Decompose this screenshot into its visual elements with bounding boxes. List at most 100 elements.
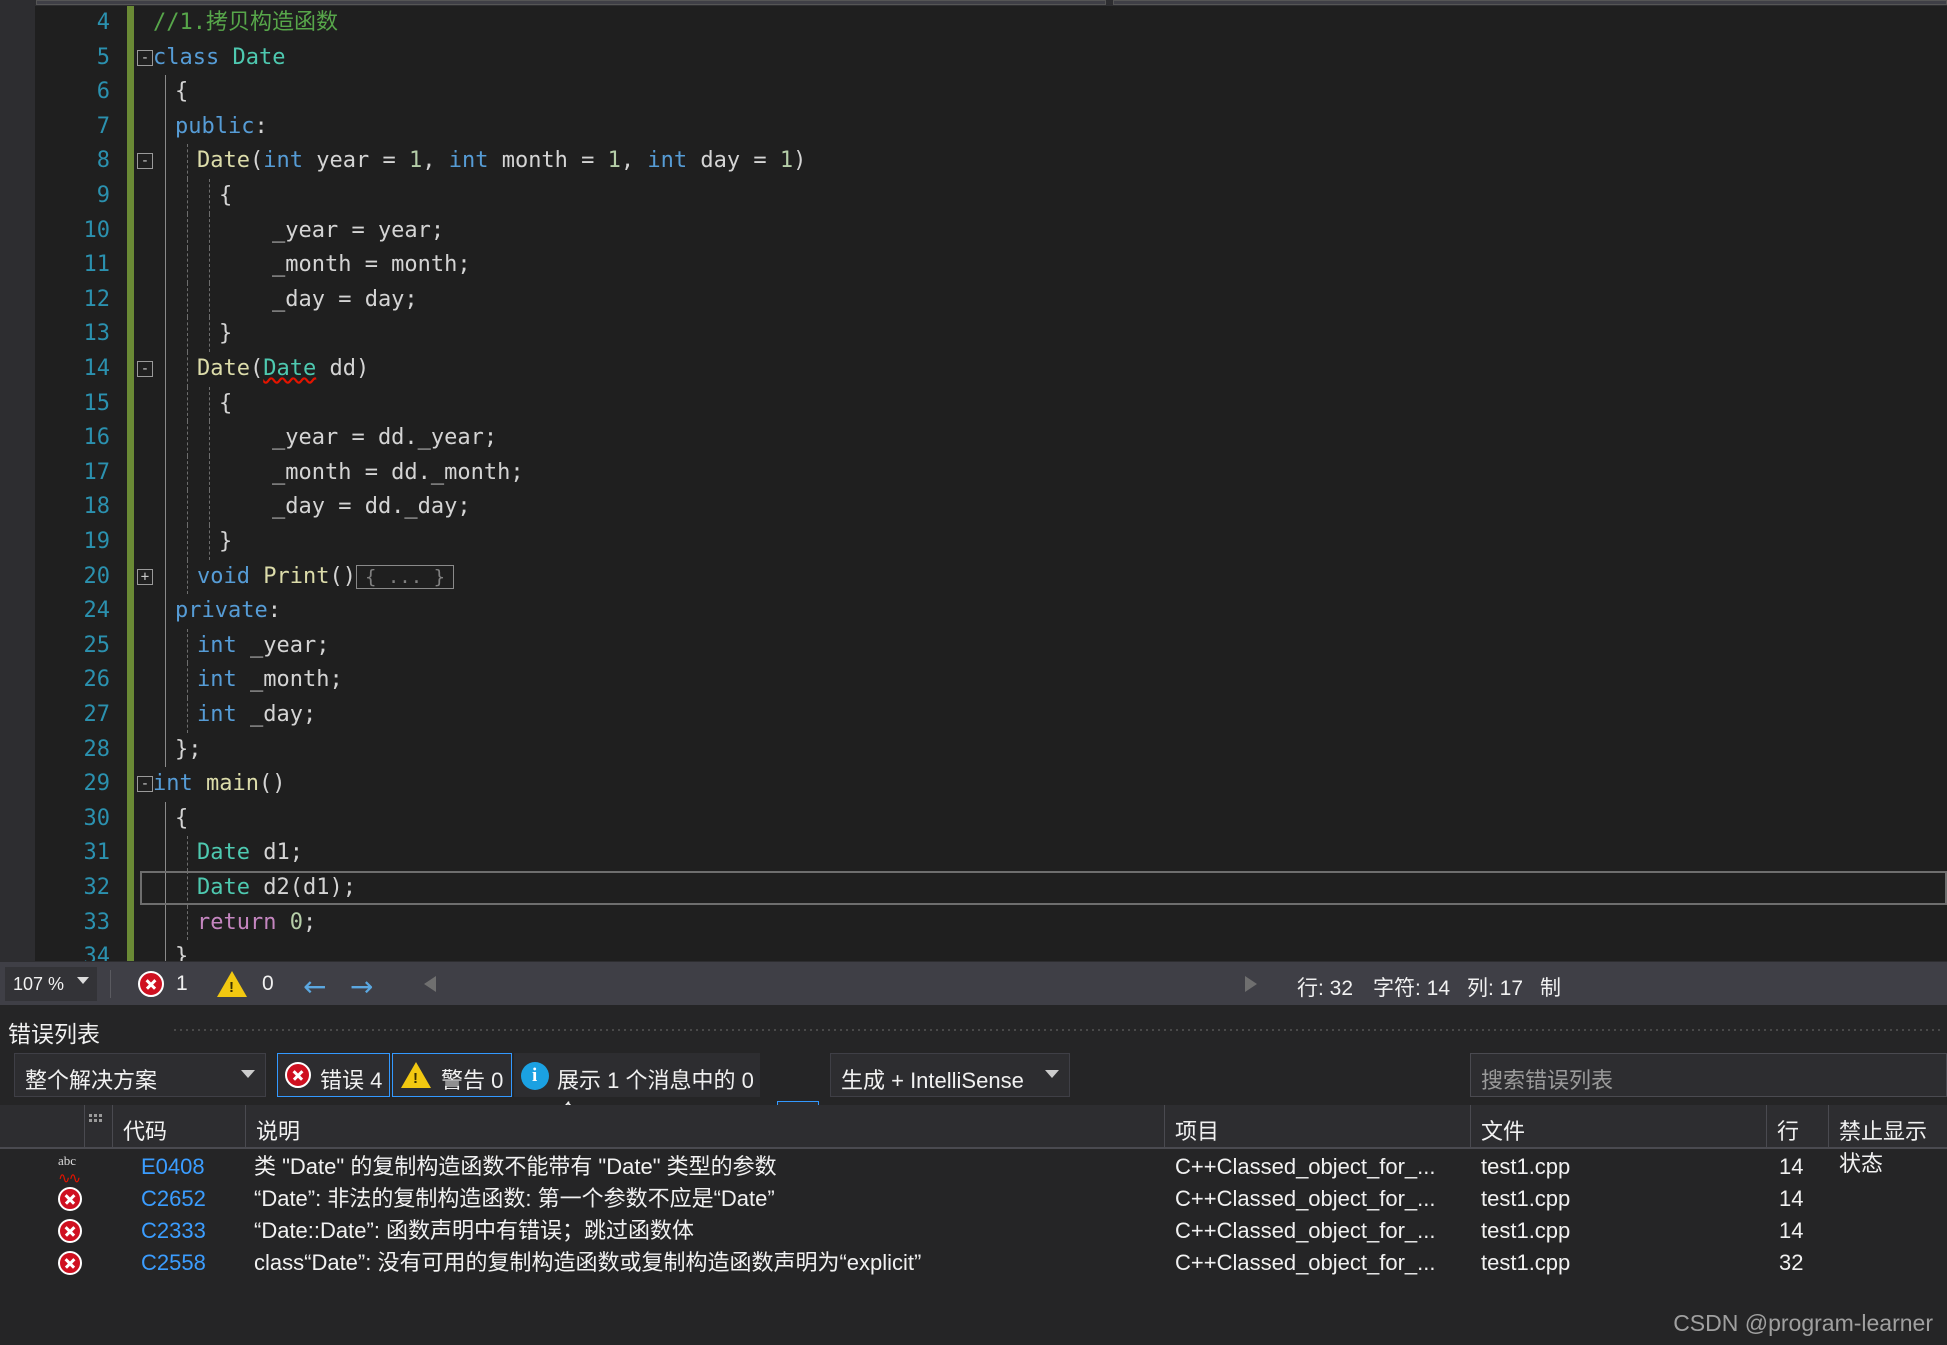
code-line[interactable]: 8 - Date(int year = 1, int month = 1, int … [35,144,1947,179]
code-line[interactable]: 25 int _year; [35,628,1947,664]
collapse-icon[interactable]: - [137,361,153,377]
line-number: 24 [83,598,111,624]
indent-guide [165,455,166,491]
code-token: } [219,321,233,347]
navigate-back-icon[interactable]: ← [303,970,326,1003]
code-line[interactable]: 31 Date d1; [35,836,1947,871]
table-row[interactable]: abc ∿∿ E0408 类 "Date" 的复制构造函数不能带有 "Date" 类型… [0,1151,1947,1187]
change-indicator [127,455,134,491]
search-placeholder: 搜索错误列表 [1481,1068,1614,1093]
errors-toggle-button[interactable]: 错误 4 [277,1053,390,1097]
navigate-forward-icon[interactable]: → [350,970,373,1003]
code-line[interactable]: 19} [35,525,1947,560]
error-icon [58,1219,82,1243]
code-editor[interactable]: 4//1.拷贝构造函数 5- class Date 6{7 public: 8- Date(… [0,6,1947,975]
column-header-file[interactable]: 文件 [1471,1105,1767,1149]
change-indicator [127,421,134,456]
code-line[interactable]: 33 return 0; [35,905,1947,941]
line-number: 10 [83,217,111,243]
column-header-icon[interactable] [85,1105,113,1149]
code-line[interactable]: 12 _day = day; [35,282,1947,318]
column-header-select[interactable] [0,1105,85,1149]
code-token: 1 [408,148,423,174]
code-token: } [219,529,233,554]
code-line[interactable]: 28}; [35,732,1947,768]
code-text-area[interactable]: 4//1.拷贝构造函数 5- class Date 6{7 public: 8- Date(… [35,6,1947,975]
indent-guide [165,490,166,525]
line-number: 26 [83,667,111,693]
source-select-value: 生成 + IntelliSense [841,1068,1024,1093]
collapse-icon[interactable]: - [137,153,153,170]
code-line[interactable]: 11 _month = month; [35,248,1947,283]
code-line[interactable]: 6{ [35,75,1947,110]
code-line-text: _day = dd._day; [219,490,471,525]
messages-toggle-button[interactable]: 展示 1 个消息中的 0 个 [514,1053,760,1125]
table-cell-project: C++Classed_object_for_... [1175,1186,1436,1211]
collapse-icon[interactable]: - [137,776,153,793]
zoom-level-select[interactable]: 107 % [4,966,98,1002]
column-header-description[interactable]: 说明 [246,1105,1165,1149]
collapsed-block[interactable]: { ... } [355,564,455,589]
status-char: 字符: 14 [1373,977,1451,1000]
code-line-text: int main() [153,767,285,802]
table-row[interactable]: C2652 “Date”: 非法的复制构造函数: 第一个参数不应是“Date” C+… [0,1183,1947,1215]
status-warning-count: 0 [262,972,274,995]
search-error-list-input[interactable]: 搜索错误列表 [1470,1053,1947,1097]
indent-guide [165,698,166,733]
code-line[interactable]: 26 int _month; [35,663,1947,698]
column-header-suppress[interactable]: 禁止显示状态 [1829,1105,1947,1176]
indent-guide [165,109,166,145]
indent-guide [187,421,188,456]
scope-select[interactable]: 整个解决方案 [14,1053,266,1097]
source-select[interactable]: 生成 + IntelliSense [830,1053,1070,1097]
code-token: _day = day; [219,286,418,312]
code-line[interactable]: 27 int _day; [35,698,1947,733]
warnings-toggle-button[interactable]: 警告 0 [392,1053,512,1097]
indent-guide [187,455,188,491]
code-token: void [197,563,264,589]
line-number: 27 [83,702,111,727]
code-line[interactable]: 32 Date d2(d1); [35,871,1947,906]
indent-guide [209,421,210,456]
code-line[interactable]: 29 - int main() [35,767,1947,802]
table-row[interactable]: C2333 “Date::Date”: 函数声明中有错误；跳过函数体 C++Clas… [0,1215,1947,1247]
table-cell-project: C++Classed_object_for_... [1175,1218,1436,1243]
code-line[interactable]: 17 _month = dd._month; [35,455,1947,491]
indent-guide [165,282,166,318]
code-line[interactable]: 14 - Date(Date dd) [35,352,1947,387]
code-token: 1 [607,148,621,174]
table-cell-line: 32 [1779,1250,1804,1275]
indent-guide [165,317,166,352]
code-line[interactable]: 4 //1.拷贝构造函数 [35,6,1947,41]
indent-guide [187,698,188,733]
indent-guide [187,317,188,352]
code-line[interactable]: 13} [35,317,1947,352]
code-line[interactable]: 20 + void Print(){ ... } [35,559,1947,595]
table-row[interactable]: C2558 class“Date”: 没有可用的复制构造函数或复制构造函数声明为“… [0,1247,1947,1279]
intellisense-error-icon: abc ∿∿ [58,1153,92,1187]
column-header-code[interactable]: 代码 [113,1105,246,1149]
scroll-right-icon[interactable] [1245,976,1257,992]
expand-icon[interactable]: + [137,568,153,585]
code-line[interactable]: 5 - class Date [35,40,1947,76]
collapse-icon[interactable]: - [137,49,153,66]
code-line[interactable]: 24 private: [35,594,1947,629]
scroll-left-icon[interactable] [424,976,436,992]
code-line[interactable]: 15 { [35,386,1947,422]
table-cell-file: test1.cpp [1481,1154,1571,1179]
code-line[interactable]: 16 _year = dd._year; [35,421,1947,456]
code-token: ) [793,148,807,174]
code-line[interactable]: 7 public: [35,109,1947,145]
change-indicator [127,871,134,906]
column-header-line[interactable]: 行 [1767,1105,1829,1149]
table-cell-suppress [1839,1215,1947,1247]
code-line[interactable]: 9{ [35,179,1947,214]
change-indicator [127,282,134,318]
code-line[interactable]: 10 _year = year; [35,213,1947,249]
column-options-icon[interactable] [89,1114,103,1128]
code-line[interactable]: 30 { [35,801,1947,837]
column-header-project[interactable]: 项目 [1165,1105,1471,1149]
indent-guide [165,905,166,941]
status-separator [110,970,111,998]
code-line[interactable]: 18 _day = dd._day; [35,490,1947,525]
